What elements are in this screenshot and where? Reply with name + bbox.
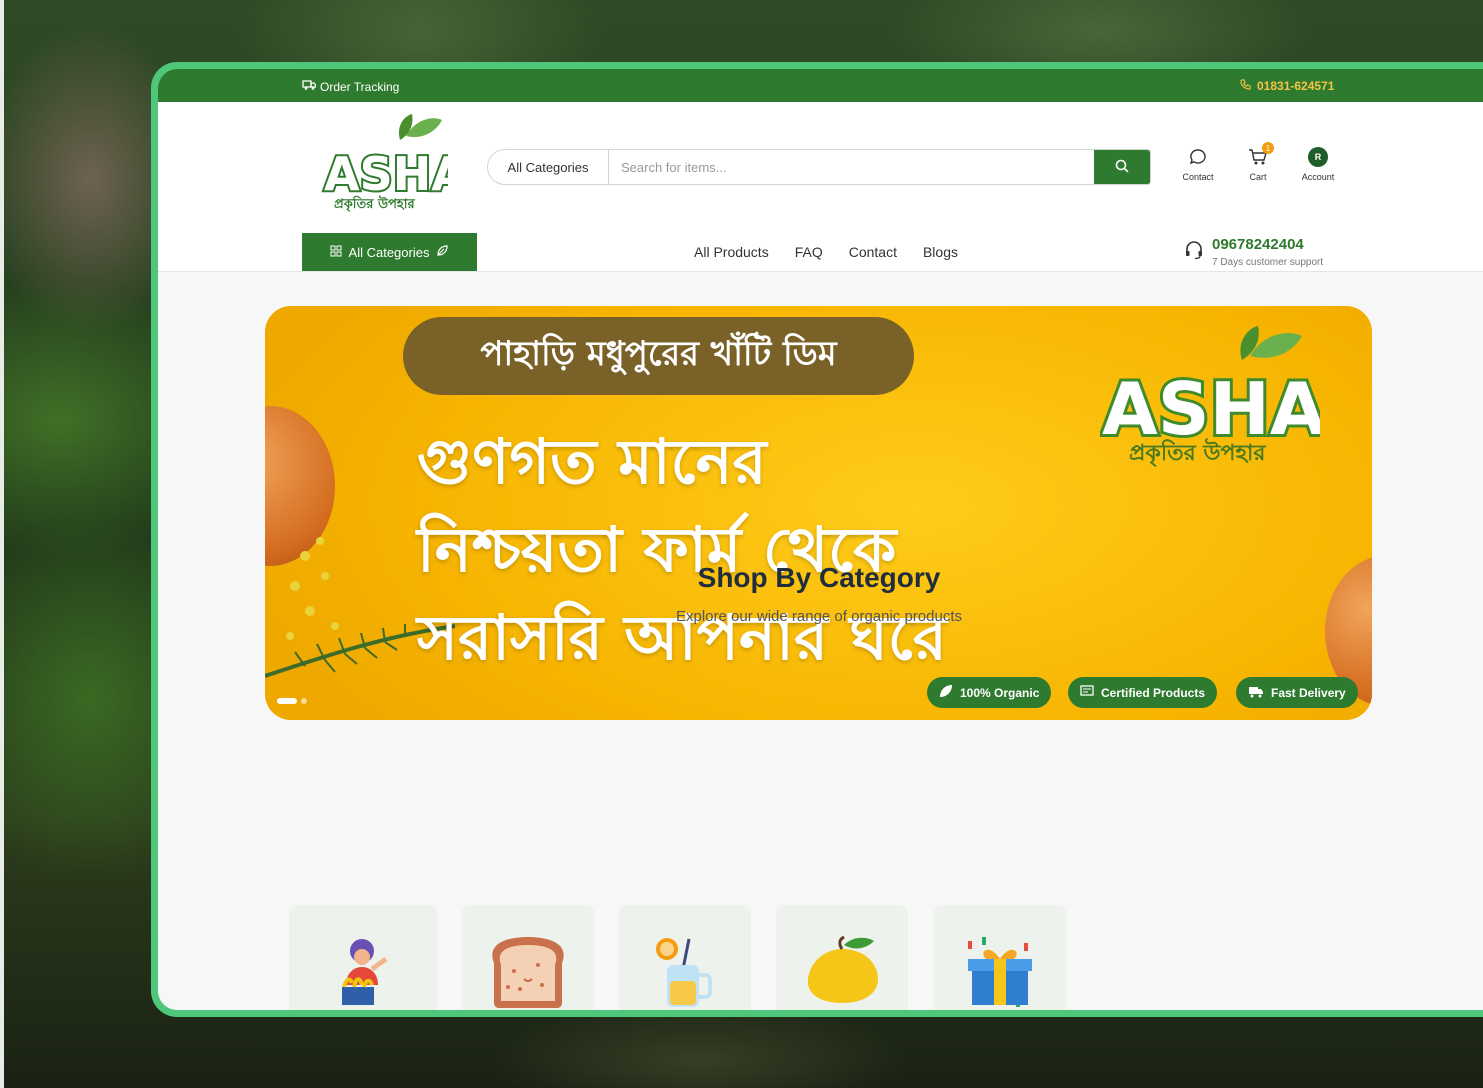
truck-icon: [1248, 685, 1264, 701]
leaf-icon: [436, 244, 449, 260]
badge-delivery-label: Fast Delivery: [1271, 685, 1346, 700]
contact-action[interactable]: Contact: [1168, 146, 1228, 182]
category-card[interactable]: [462, 905, 594, 1010]
contact-label: Contact: [1182, 172, 1214, 182]
all-categories-button[interactable]: All Categories: [302, 233, 477, 271]
search-icon: [1115, 158, 1129, 177]
category-card[interactable]: [776, 905, 908, 1010]
section-title: Shop By Category: [697, 562, 941, 593]
nav-contact[interactable]: Contact: [849, 244, 897, 260]
page-edge: [0, 0, 4, 1088]
logo-tagline: প্রকৃতির উপহার: [334, 197, 415, 212]
phone-icon: [1240, 79, 1251, 93]
search-bar: All Categories: [487, 149, 1151, 185]
nav-all-products[interactable]: All Products: [694, 244, 769, 260]
badge-certified-label: Certified Products: [1101, 685, 1206, 700]
header-actions: Contact 1 Cart R Account: [1168, 142, 1348, 182]
avatar: R: [1308, 147, 1328, 167]
section-subtitle: Explore our wide range of organic produc…: [676, 608, 962, 625]
badge-certified: Certified Products: [1068, 677, 1218, 708]
account-action[interactable]: R Account: [1288, 146, 1348, 182]
gift-box-icon: [968, 937, 1032, 1007]
banner-logo-tagline: প্রকৃতির উপহার: [1129, 441, 1266, 466]
topbar-phone[interactable]: 01831-624571: [1240, 79, 1334, 93]
logo-wordmark: ASHA: [324, 147, 448, 201]
search-category-select[interactable]: All Categories: [488, 150, 609, 184]
badge-organic: 100% Organic: [927, 677, 1052, 708]
browser-frame: Order Tracking 01831-624571 ASHA প্রকৃতি…: [151, 62, 1483, 1017]
badge-delivery: Fast Delivery: [1236, 677, 1358, 708]
carousel-dot[interactable]: [277, 698, 297, 704]
bread-icon: [492, 937, 564, 1008]
category-card[interactable]: [934, 905, 1066, 1010]
carousel-dot[interactable]: [301, 698, 307, 704]
order-tracking-link[interactable]: Order Tracking: [302, 79, 399, 94]
site-header: ASHA প্রকৃতির উপহার All Categories Conta…: [158, 102, 1483, 272]
banner-headline-pill: পাহাড়ি মধুপুরের খাঁটি ডিম: [403, 317, 914, 395]
cart-count-badge: 1: [1262, 142, 1274, 154]
banner-line-1: গুণগত মানের: [417, 425, 767, 498]
certificate-icon: [1080, 684, 1094, 701]
phone-number: 01831-624571: [1257, 79, 1335, 93]
search-button[interactable]: [1094, 150, 1150, 184]
carousel-dots: [277, 698, 307, 704]
support-number: 09678242404: [1212, 236, 1304, 253]
cart-icon: 1: [1248, 142, 1274, 168]
nav-blogs[interactable]: Blogs: [923, 244, 958, 260]
support-subtitle: 7 Days customer support: [1212, 257, 1324, 268]
badge-organic-label: 100% Organic: [960, 685, 1040, 700]
mango-icon: [807, 935, 878, 1003]
top-bar: Order Tracking 01831-624571: [158, 69, 1483, 102]
search-input[interactable]: [609, 150, 1094, 184]
juice-icon: [656, 938, 712, 1007]
leaf-icon: [939, 684, 953, 701]
account-label: Account: [1301, 172, 1335, 182]
category-card[interactable]: [289, 905, 437, 1010]
nav-faq[interactable]: FAQ: [795, 244, 823, 260]
hero-banner[interactable]: পাহাড়ি মধুপুরের খাঁটি ডিম গুণগত মানের ন…: [265, 306, 1372, 720]
vendor-icon: [342, 939, 388, 1005]
main-nav: All Products FAQ Contact Blogs: [694, 244, 958, 260]
cart-label: Cart: [1249, 172, 1267, 182]
category-card[interactable]: [619, 905, 751, 1010]
order-tracking-label: Order Tracking: [320, 79, 400, 94]
truck-icon: [302, 79, 317, 94]
all-categories-label: All Categories: [348, 244, 430, 260]
customer-support[interactable]: 09678242404 7 Days customer support: [1184, 236, 1323, 268]
grid-icon: [330, 245, 342, 260]
headset-icon: [1184, 240, 1204, 264]
banner-text: গুণগত মানের নিশ্চয়তা ফার্ম থেকে সরাসরি …: [417, 418, 947, 682]
cart-action[interactable]: 1 Cart: [1228, 142, 1288, 182]
chat-icon: [1189, 146, 1207, 168]
